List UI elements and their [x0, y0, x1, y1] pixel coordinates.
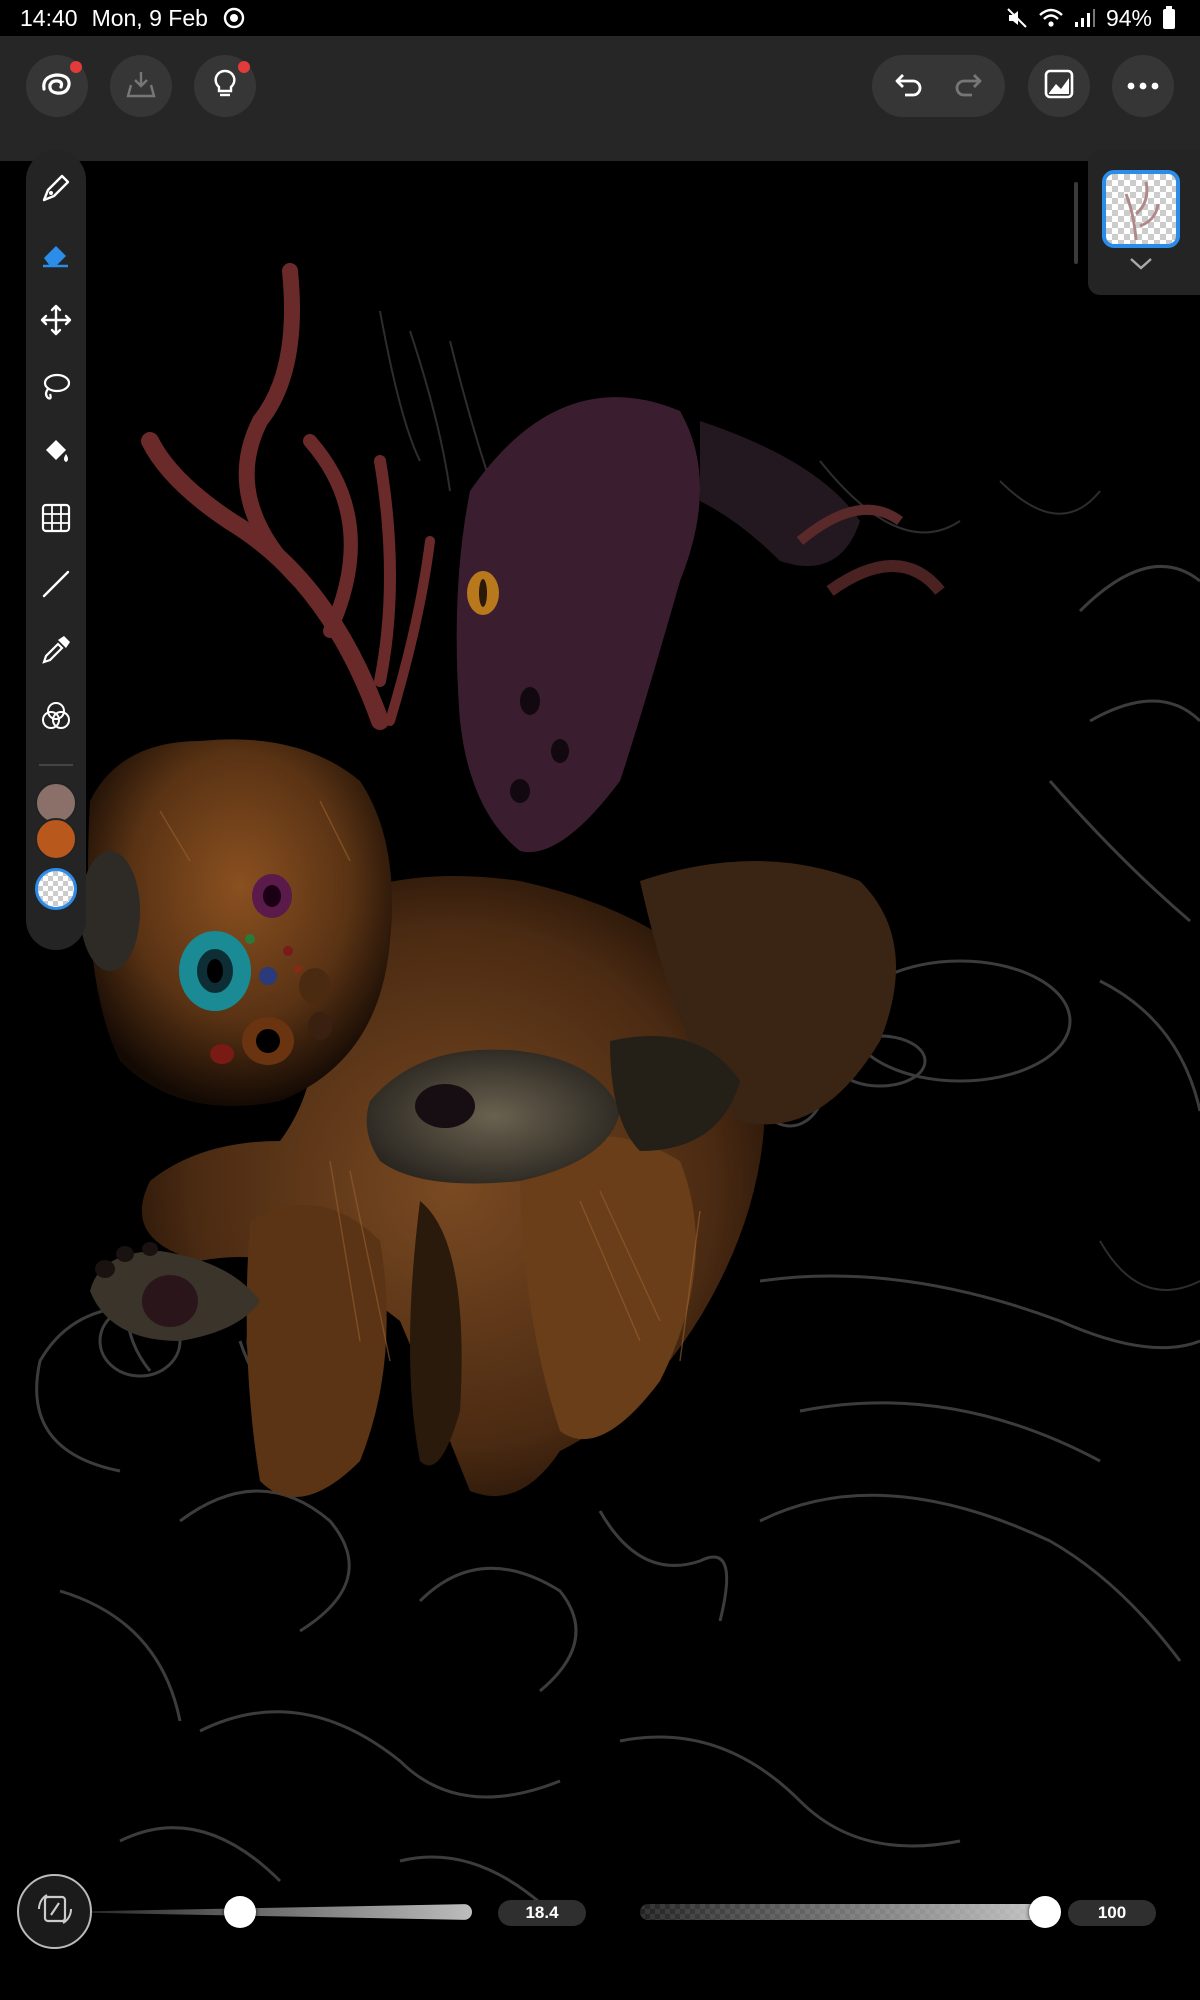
eraser-tool[interactable] — [34, 234, 78, 278]
status-bar: 14:40 Mon, 9 Feb 94% — [0, 0, 1200, 36]
eraser-icon — [40, 238, 72, 275]
brush-opacity-value[interactable]: 100 — [1068, 1900, 1156, 1926]
tips-icon — [212, 68, 238, 105]
status-time: 14:40 — [20, 4, 78, 31]
notification-dot — [70, 61, 82, 73]
screen-record-icon — [222, 6, 246, 30]
notification-dot — [238, 61, 250, 73]
mute-icon — [1006, 7, 1028, 29]
more-button[interactable] — [1112, 55, 1174, 117]
more-icon — [1127, 77, 1159, 95]
lasso-icon — [40, 370, 72, 407]
chevron-down-icon — [1128, 258, 1154, 276]
status-date: Mon, 9 Feb — [91, 4, 208, 31]
brush-size-value[interactable]: 18.4 — [498, 1900, 586, 1926]
line-icon — [40, 568, 72, 605]
brush-tool[interactable] — [34, 168, 78, 212]
gallery-button[interactable] — [1028, 55, 1090, 117]
layer-thumbnail[interactable] — [1102, 170, 1180, 248]
app-logo-icon — [40, 69, 74, 104]
color-circles-icon — [40, 700, 72, 737]
eyedropper-icon — [40, 634, 72, 671]
eyedropper-tool[interactable] — [34, 630, 78, 674]
tips-button[interactable] — [194, 55, 256, 117]
signal-icon — [1074, 8, 1096, 28]
tool-rail — [26, 150, 86, 950]
layers-panel — [1088, 150, 1200, 295]
brush-opacity-slider[interactable] — [640, 1904, 1045, 1920]
top-toolbar — [0, 36, 1200, 161]
gallery-icon — [1044, 69, 1074, 104]
artwork — [35, 263, 1200, 1923]
lasso-tool[interactable] — [34, 366, 78, 410]
brush-settings-bar: 18.4 100 — [0, 1870, 1200, 1960]
battery-icon — [1162, 6, 1176, 30]
pen-icon — [40, 172, 72, 209]
fill-tool[interactable] — [34, 432, 78, 476]
brush-swap-icon — [33, 1887, 77, 1936]
perspective-grid-tool[interactable] — [34, 498, 78, 542]
wifi-icon — [1038, 7, 1064, 29]
drawing-canvas[interactable] — [0, 161, 1200, 2000]
undo-redo-group — [872, 55, 1005, 117]
redo-icon[interactable] — [950, 69, 984, 104]
move-arrows-icon — [40, 304, 72, 341]
transform-tool[interactable] — [34, 300, 78, 344]
color-swatch-primary[interactable] — [35, 818, 77, 860]
import-icon — [125, 69, 157, 104]
paint-bucket-icon — [40, 436, 72, 473]
rail-divider — [39, 764, 73, 766]
app-menu-button[interactable] — [26, 55, 88, 117]
brush-settings-button[interactable] — [17, 1874, 92, 1949]
line-tool[interactable] — [34, 564, 78, 608]
brush-size-slider[interactable] — [92, 1904, 472, 1920]
color-blend-tool[interactable] — [34, 696, 78, 740]
grid-icon — [40, 502, 72, 539]
color-swatch-transparent[interactable] — [35, 868, 77, 910]
undo-icon[interactable] — [893, 69, 927, 104]
brush-size-knob[interactable] — [224, 1896, 257, 1928]
layers-expand-button[interactable] — [1128, 256, 1154, 277]
brush-opacity-knob[interactable] — [1029, 1896, 1061, 1928]
import-button[interactable] — [110, 55, 172, 117]
battery-percent: 94% — [1105, 4, 1152, 31]
layer-scroll-indicator[interactable] — [1074, 182, 1078, 264]
